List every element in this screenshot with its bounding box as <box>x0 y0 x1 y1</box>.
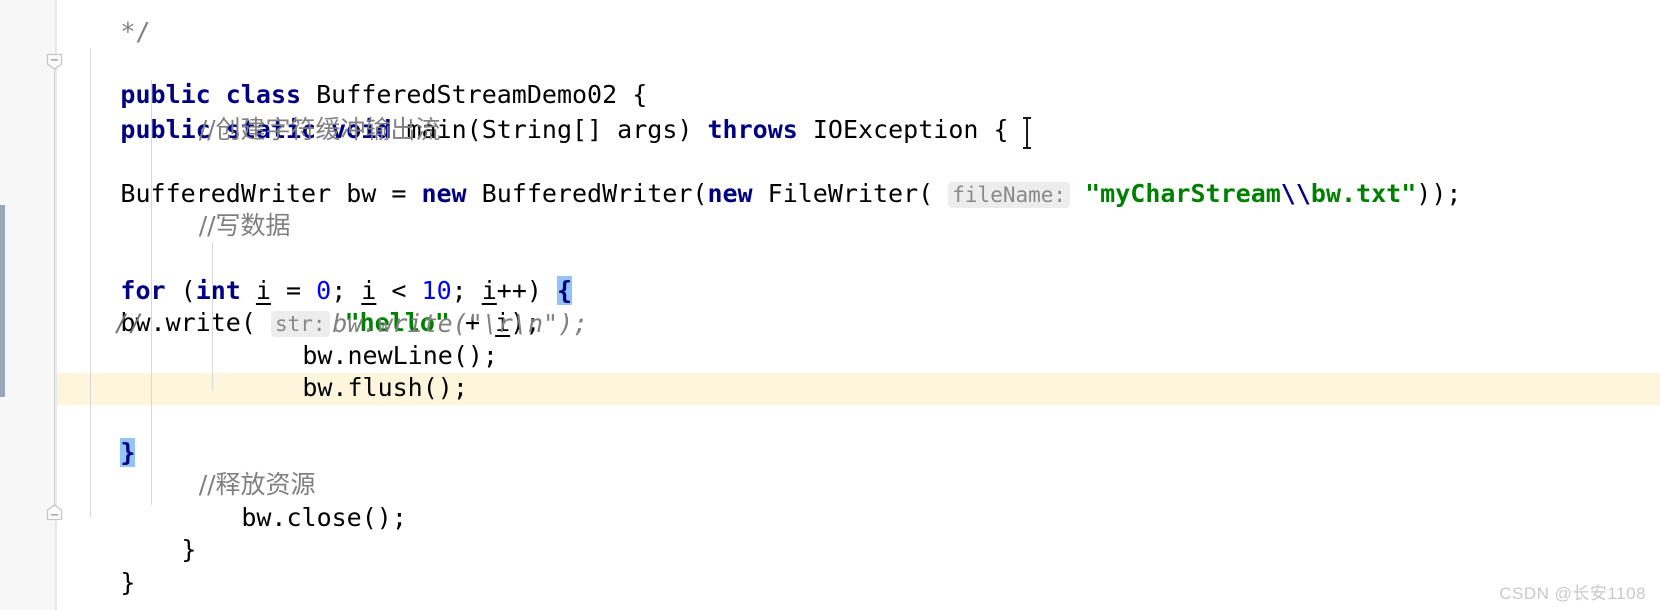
code-line-class-declaration[interactable]: public class BufferedStreamDemo02 { <box>0 15 1660 109</box>
csdn-watermark: CSDN @长安1108 <box>1499 584 1646 603</box>
code-line-class-closing-brace[interactable]: } <box>0 535 1660 597</box>
vcs-changed-marker[interactable] <box>0 205 5 397</box>
code-line-bw-write-hello[interactable]: bw.write( str: "hello" + i); <box>0 243 1660 337</box>
fold-collapse-end-icon[interactable] <box>45 503 64 522</box>
code-line-method-closing-brace[interactable]: } <box>0 502 1660 564</box>
code-line-comment-end[interactable]: */ <box>0 0 1660 46</box>
indent-guide <box>212 242 213 390</box>
commented-line-gutter-marker: // <box>114 308 144 337</box>
code-line-comment-write-data[interactable]: //写数据 <box>0 178 1660 240</box>
editor-gutter[interactable]: // <box>0 0 144 610</box>
code-line-comment-create-stream[interactable]: //创建字符缓冲输出流 <box>0 82 1660 144</box>
fold-collapse-icon[interactable] <box>45 52 64 71</box>
code-line-main-signature[interactable]: public static void main(String[] args) t… <box>0 50 1660 144</box>
code-line-bw-flush[interactable]: bw.flush(); <box>0 340 1660 402</box>
code-line-for-closing-brace[interactable]: } <box>0 373 1660 467</box>
code-line-bw-newline[interactable]: bw.newLine(); <box>0 308 1660 370</box>
code-editor[interactable]: // */ public class BufferedStreamDemo02 … <box>0 0 1660 610</box>
code-line-bufferedwriter-init[interactable]: BufferedWriter bw = new BufferedWriter(n… <box>0 114 1660 208</box>
code-line-for-loop[interactable]: for (int i = 0; i < 10; i++) { <box>0 211 1660 305</box>
code-line-comment-release-resources[interactable]: //释放资源 <box>0 437 1660 499</box>
code-line-bw-close[interactable]: bw.close(); <box>0 470 1660 532</box>
